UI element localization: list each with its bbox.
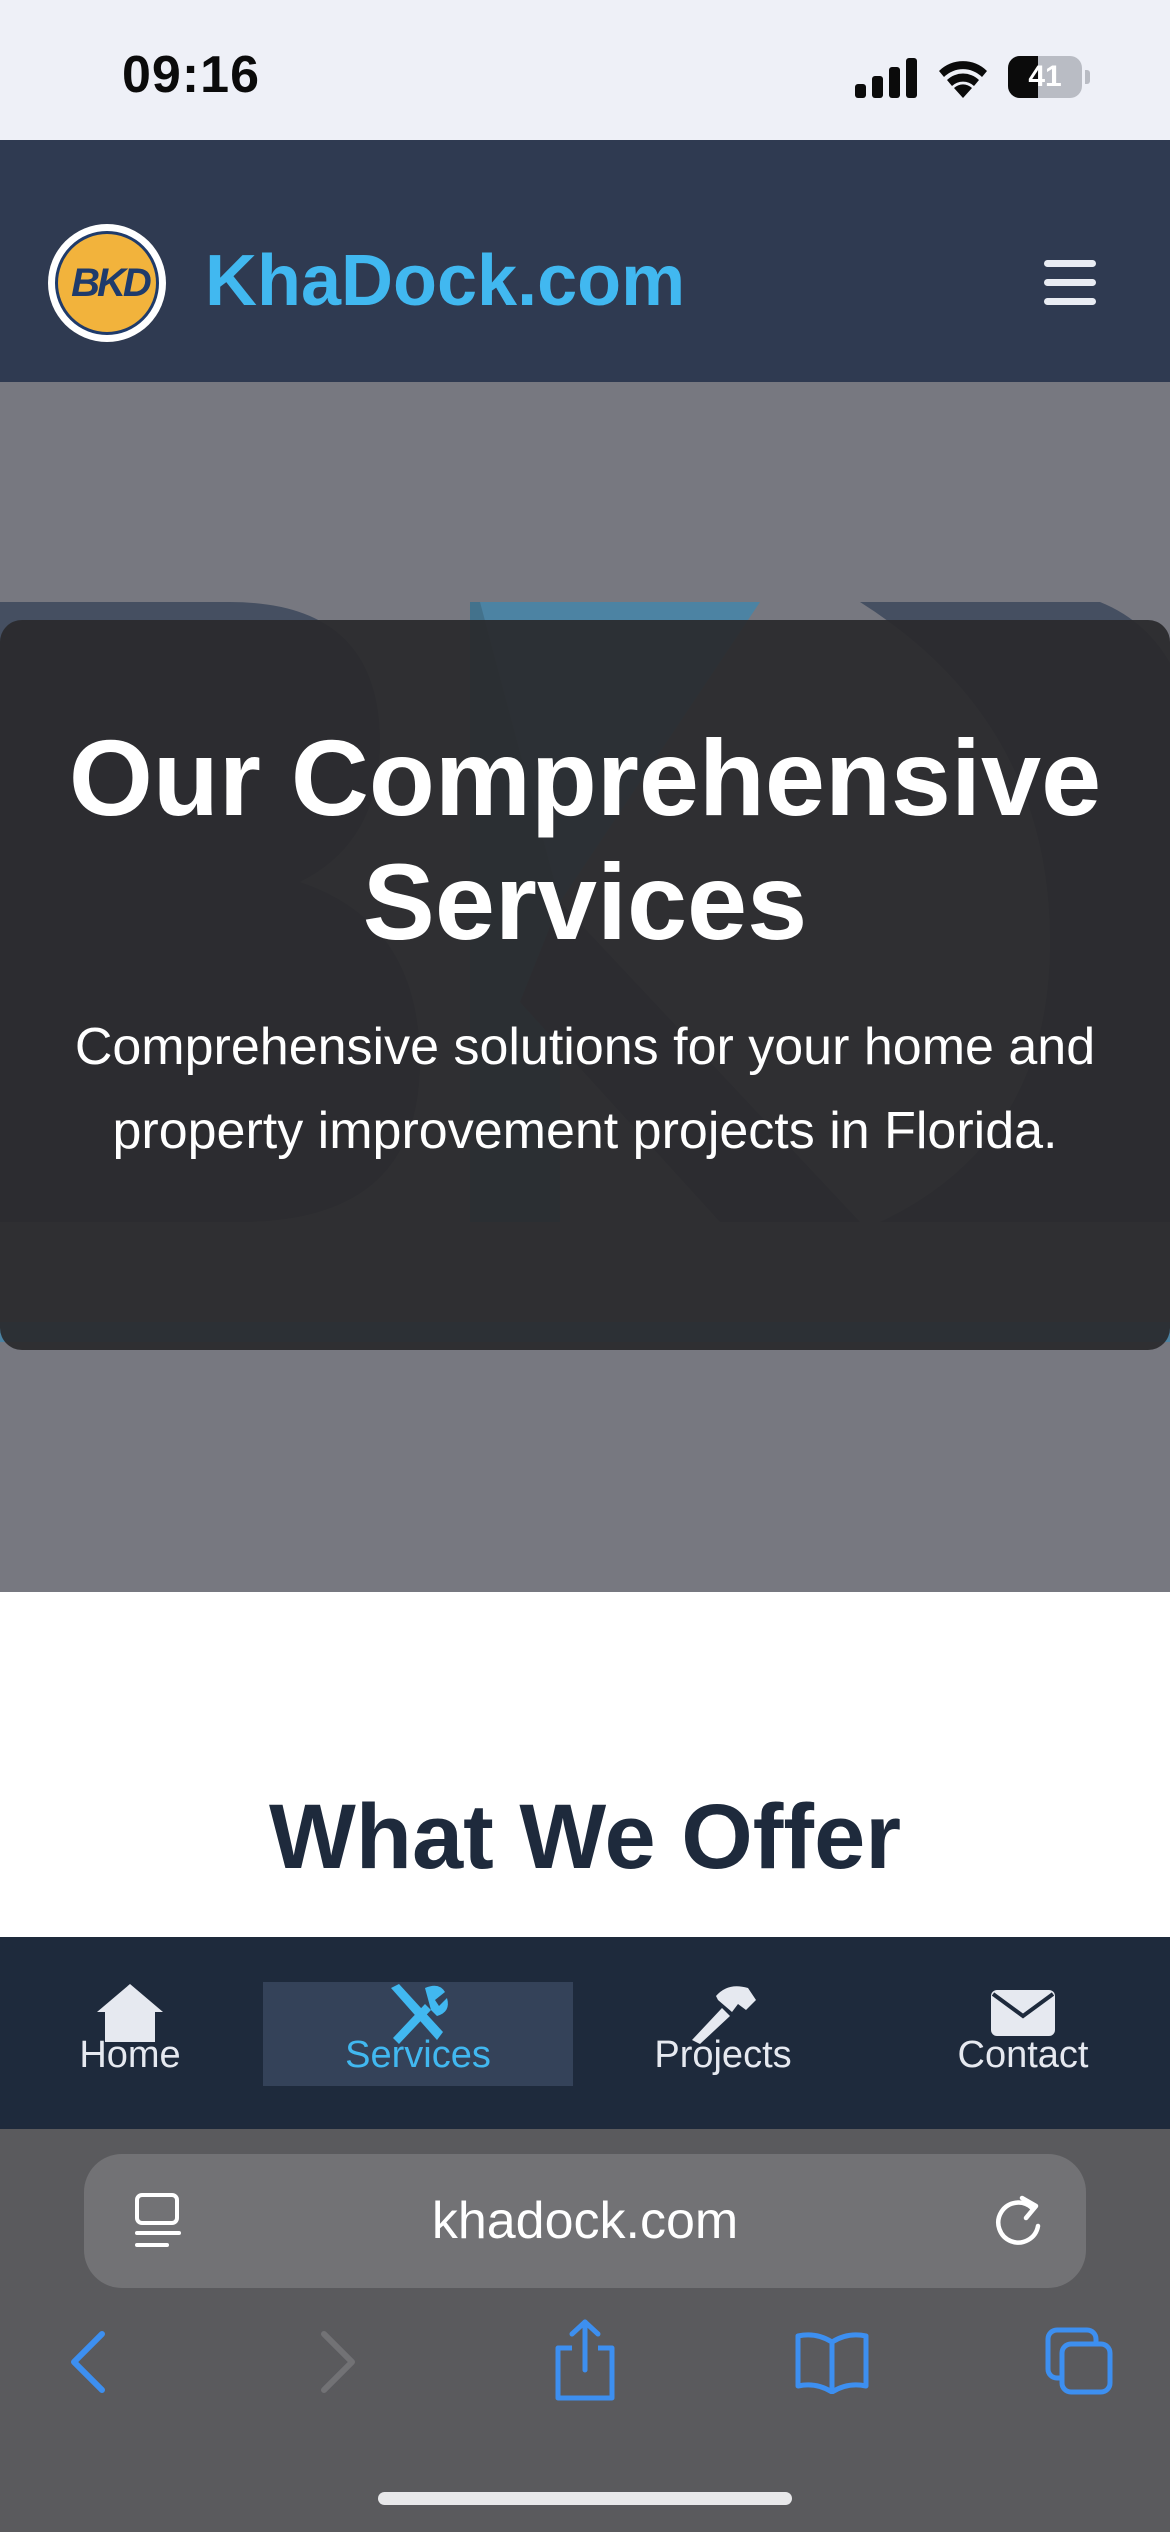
url-text[interactable]: khadock.com (84, 2154, 1086, 2288)
nav-item-services[interactable]: Services (263, 1982, 573, 2086)
hero-title: Our Comprehensive Services (68, 717, 1102, 962)
battery-level: 41 (1028, 60, 1062, 93)
home-indicator (378, 2492, 792, 2505)
share-icon[interactable] (552, 2318, 618, 2402)
hero-subtitle: Comprehensive solutions for your home an… (74, 1018, 1096, 1160)
forward-icon[interactable] (316, 2330, 360, 2394)
nav-item-home[interactable]: Home (40, 1982, 220, 2086)
site-logo[interactable]: BKD (48, 224, 166, 342)
tabs-icon[interactable] (1044, 2326, 1114, 2396)
nav-label-projects: Projects (654, 2034, 792, 2076)
hamburger-menu-icon[interactable] (1040, 258, 1100, 308)
logo-text: BKD (71, 261, 152, 305)
wifi-icon (939, 61, 987, 98)
envelope-icon (991, 1990, 1055, 2036)
status-time: 09:16 (122, 46, 260, 104)
battery-icon: 41 (1008, 56, 1090, 98)
nav-item-contact[interactable]: Contact (923, 1982, 1123, 2086)
reload-icon[interactable] (992, 2192, 1046, 2250)
nav-label-services: Services (345, 2034, 491, 2076)
nav-item-projects[interactable]: Projects (623, 1982, 823, 2086)
nav-label-contact: Contact (957, 2034, 1089, 2076)
back-icon[interactable] (66, 2330, 110, 2394)
signal-icon (855, 58, 917, 98)
nav-label-home: Home (79, 2034, 181, 2076)
section-heading: What We Offer (268, 1786, 902, 1888)
bookmarks-icon[interactable] (794, 2330, 870, 2394)
site-title[interactable]: KhaDock.com (205, 240, 685, 322)
